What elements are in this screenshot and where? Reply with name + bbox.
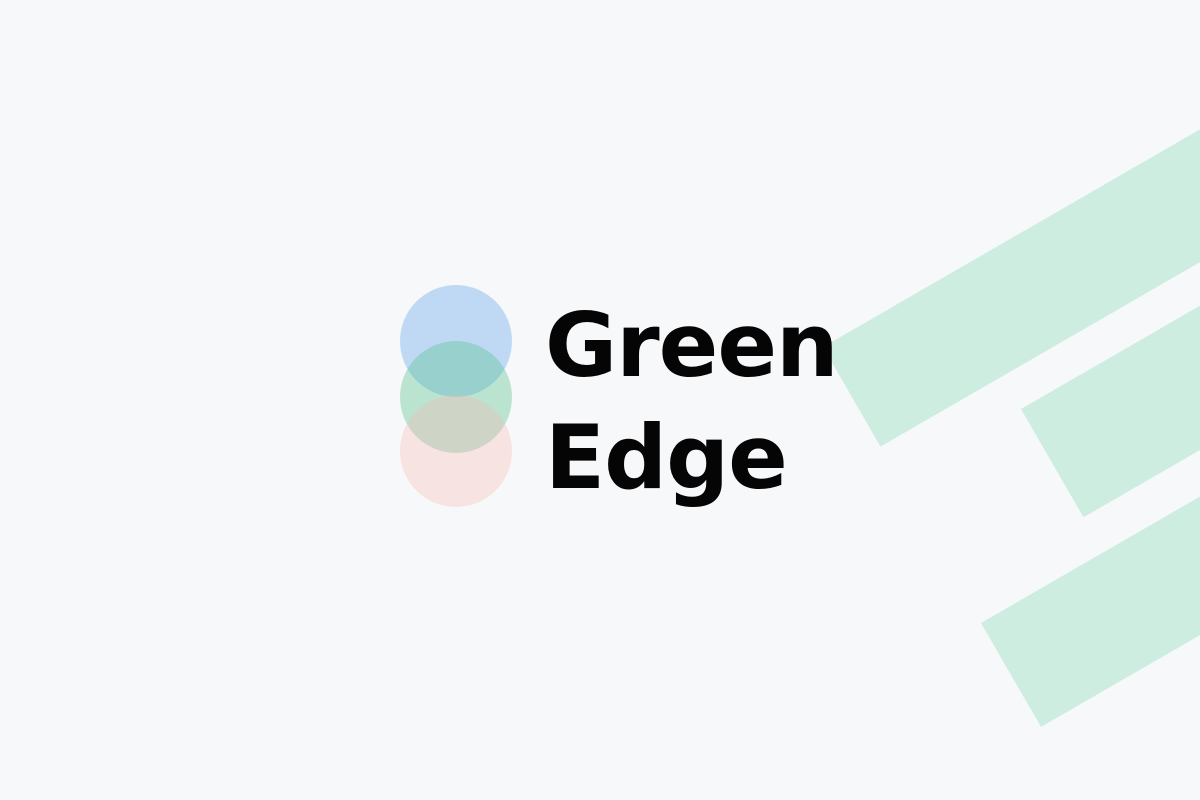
brand-name-line-2: Edge xyxy=(545,406,788,509)
logo-mark xyxy=(400,285,512,509)
logo-canvas: Green Edge xyxy=(0,0,1200,800)
brand-wordmark: Green Edge xyxy=(545,290,839,514)
brand-name-line-1: Green xyxy=(545,294,839,397)
logo-circle-red xyxy=(400,395,512,507)
